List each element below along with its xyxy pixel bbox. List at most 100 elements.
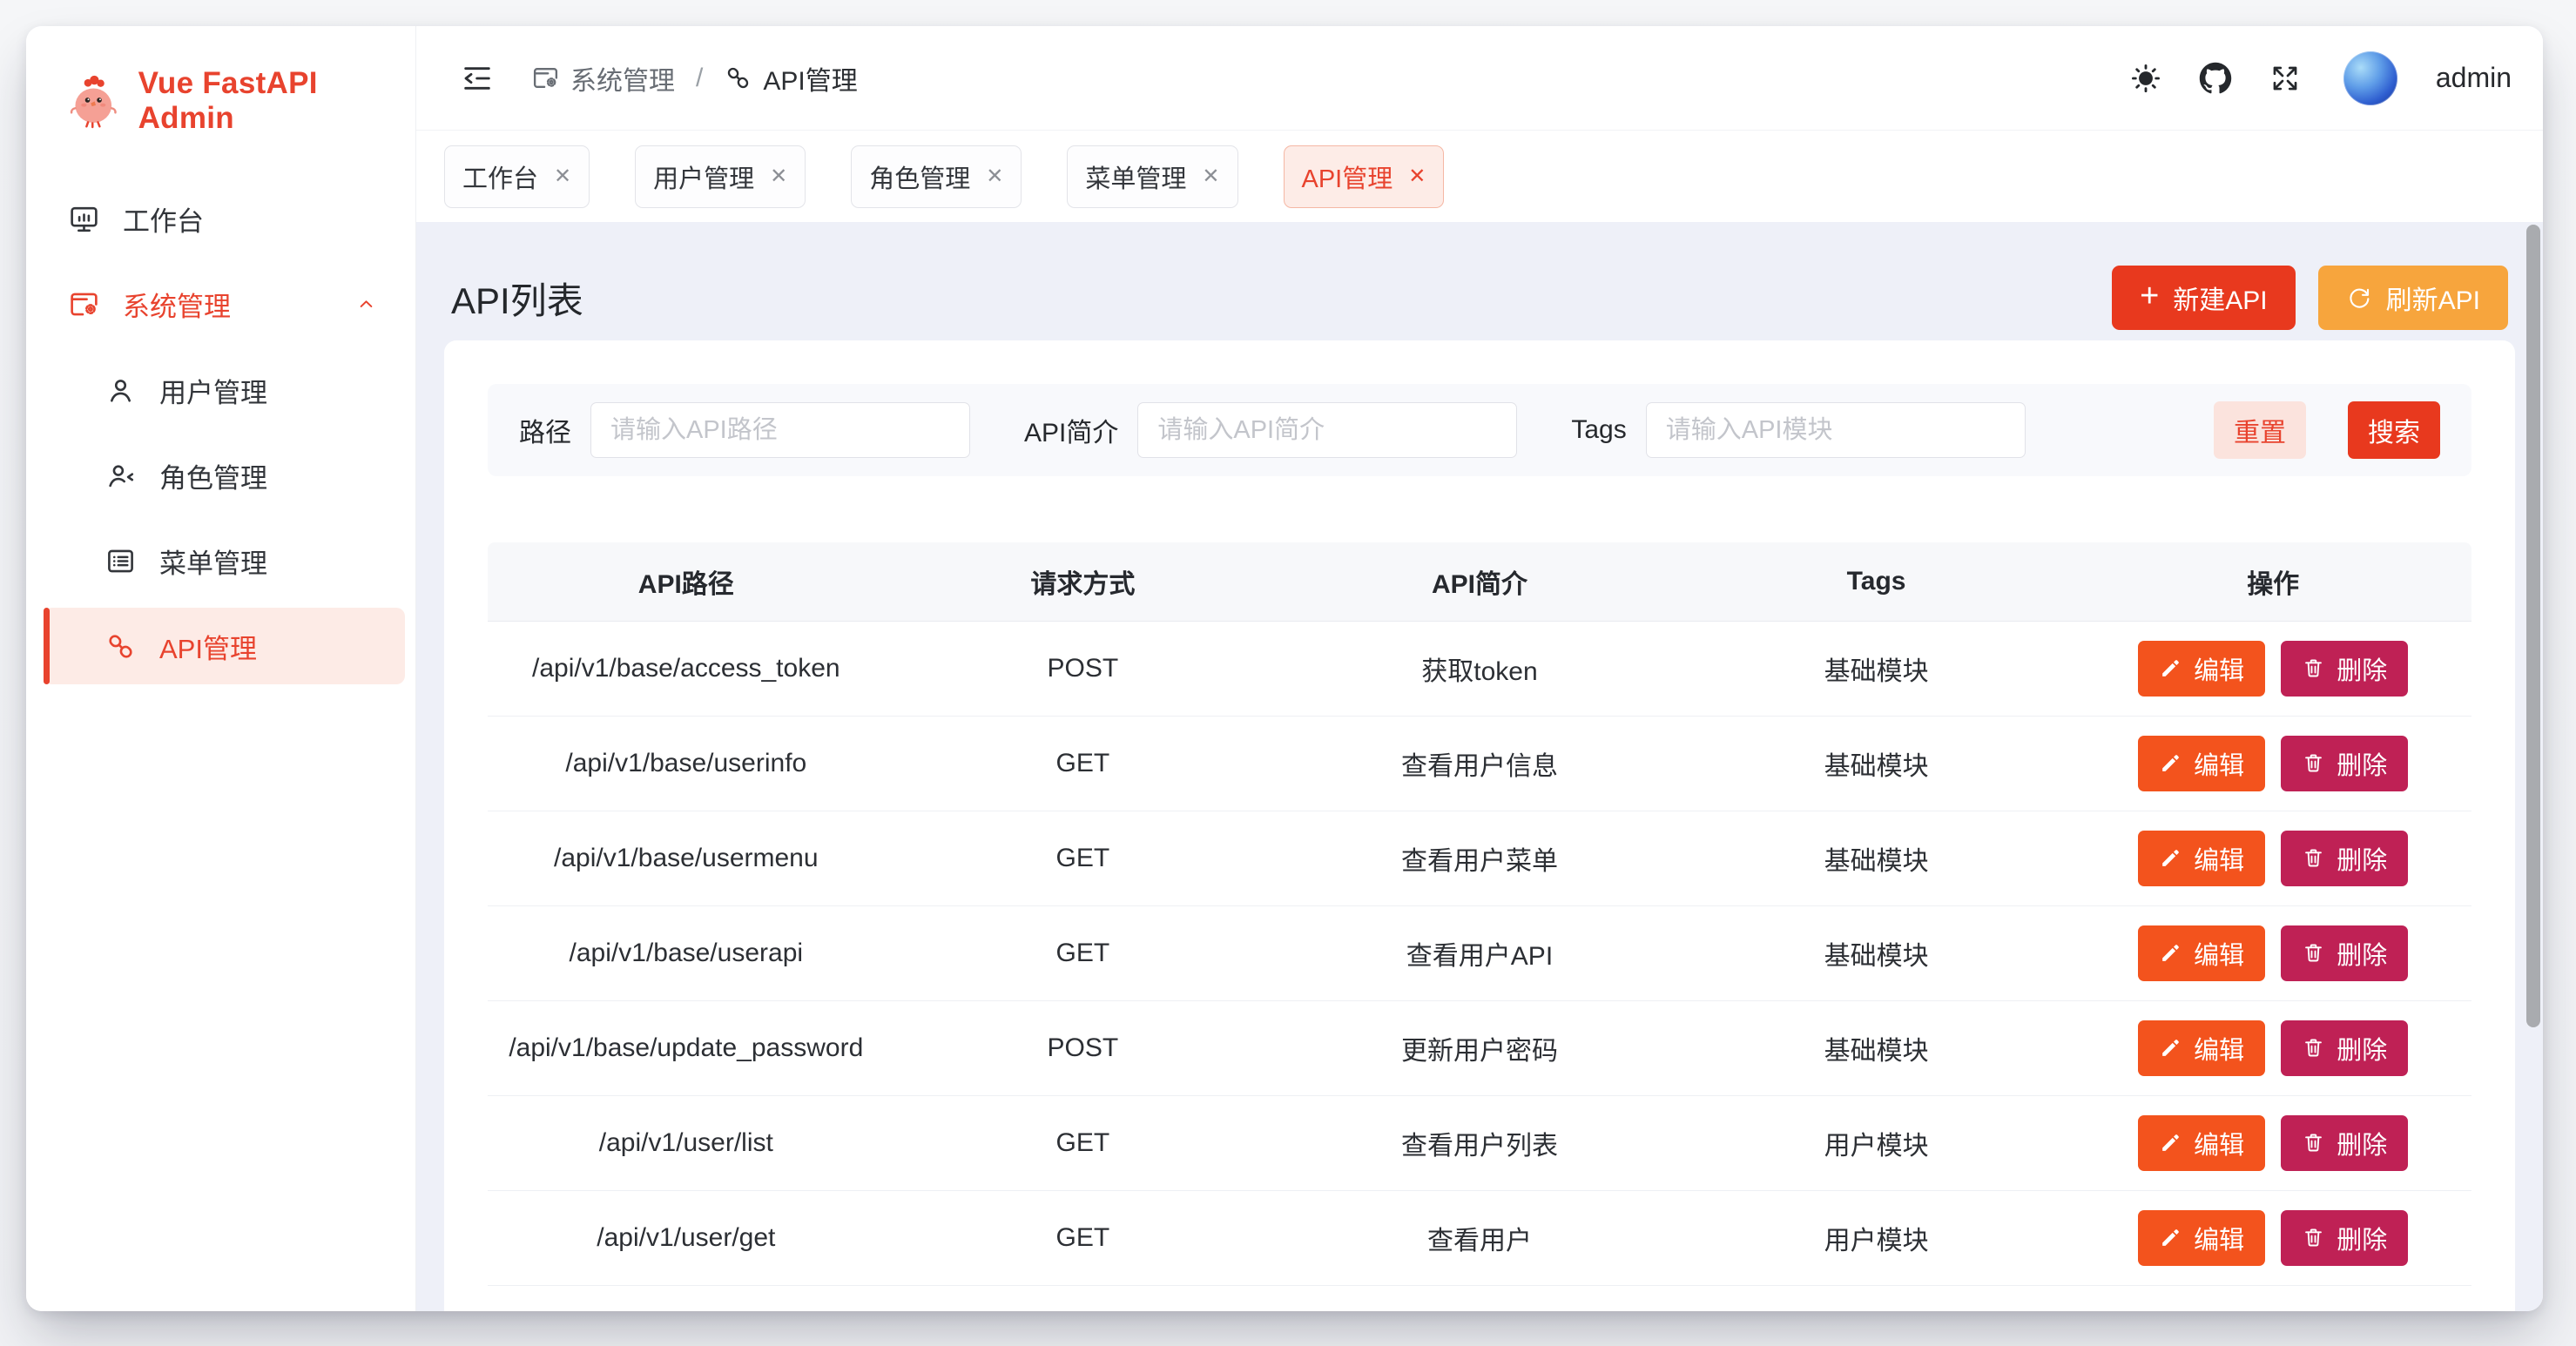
breadcrumb-current-label: API管理: [763, 59, 857, 98]
trash-icon: [2302, 1036, 2325, 1060]
pencil-icon: [2159, 941, 2182, 965]
sidebar-menu: 工作台 系统管理: [26, 181, 415, 684]
tab-close-icon[interactable]: ✕: [986, 164, 1003, 189]
table-row: /api/v1/base/userapi GET 查看用户API 基础模块 编辑: [488, 905, 2471, 1000]
breadcrumb: 系统管理 / API管理: [531, 59, 858, 98]
tab[interactable]: 工作台 ✕: [444, 145, 590, 208]
sidebar-item-roles[interactable]: 角色管理: [44, 437, 405, 514]
username-label[interactable]: admin: [2436, 62, 2512, 94]
system-settings-icon: [68, 288, 100, 320]
delete-button[interactable]: 删除: [2281, 1115, 2408, 1171]
create-api-label: 新建API: [2173, 279, 2267, 317]
trash-icon: [2302, 1131, 2325, 1154]
tab-close-icon[interactable]: ✕: [770, 164, 787, 189]
sidebar-item-label: 系统管理: [123, 285, 231, 324]
pencil-icon: [2159, 1226, 2182, 1249]
tab-close-icon[interactable]: ✕: [554, 164, 571, 189]
search-button[interactable]: 搜索: [2348, 401, 2440, 459]
summary-filter-input[interactable]: [1137, 402, 1517, 458]
sidebar-item-label: 工作台: [123, 199, 204, 239]
summary-cell: 查看用户列表: [1281, 1095, 1678, 1190]
github-icon[interactable]: [2199, 62, 2232, 95]
chicken-logo-icon: [64, 71, 123, 131]
sidebar-submenu: 用户管理 角色管理: [44, 352, 405, 684]
fullscreen-icon[interactable]: [2269, 62, 2302, 95]
table-row: /api/v1/user/get GET 查看用户 用户模块 编辑: [488, 1190, 2471, 1285]
tab-close-icon[interactable]: ✕: [1202, 164, 1219, 189]
delete-button[interactable]: 删除: [2281, 641, 2408, 697]
edit-button[interactable]: 编辑: [2138, 831, 2265, 886]
edit-button[interactable]: 编辑: [2138, 736, 2265, 791]
create-api-button[interactable]: + 新建API: [2112, 266, 2296, 330]
sidebar: Vue FastAPI Admin 工作台: [26, 26, 416, 1311]
sidebar-item-users[interactable]: 用户管理: [44, 352, 405, 428]
edit-button[interactable]: 编辑: [2138, 1115, 2265, 1171]
app-title: Vue FastAPI Admin: [138, 66, 415, 136]
tags-cell: 用户模块: [1678, 1095, 2075, 1190]
chevron-up-icon: [350, 292, 382, 316]
breadcrumb-separator: /: [696, 64, 703, 93]
api-table: API路径 请求方式 API简介 Tags 操作 /api/v1/base/ac…: [488, 542, 2471, 1286]
delete-button[interactable]: 删除: [2281, 831, 2408, 886]
tab-label: 用户管理: [653, 158, 754, 195]
user-avatar[interactable]: [2343, 51, 2397, 105]
refresh-api-button[interactable]: 刷新API: [2318, 266, 2508, 330]
breadcrumb-parent[interactable]: 系统管理: [531, 59, 675, 98]
reset-button[interactable]: 重置: [2214, 401, 2306, 459]
delete-button[interactable]: 删除: [2281, 1020, 2408, 1076]
tags-filter-input[interactable]: [1646, 402, 2026, 458]
row-actions: 编辑 删除: [2074, 1115, 2471, 1171]
plus-icon: +: [2140, 279, 2159, 313]
tags-cell: 基础模块: [1678, 811, 2075, 905]
filter-buttons: 重置 搜索: [2214, 401, 2440, 459]
page-title: API列表: [451, 272, 583, 325]
edit-button-label: 编辑: [2194, 1030, 2244, 1067]
table-row: /api/v1/base/usermenu GET 查看用户菜单 基础模块 编辑: [488, 811, 2471, 905]
actions-cell: 编辑 删除: [2074, 716, 2471, 811]
tab-close-icon[interactable]: ✕: [1408, 164, 1426, 189]
edit-button-label: 编辑: [2194, 1125, 2244, 1161]
edit-button[interactable]: 编辑: [2138, 925, 2265, 981]
method-cell: GET: [885, 716, 1282, 811]
sidebar-item-menus[interactable]: 菜单管理: [44, 522, 405, 599]
edit-button[interactable]: 编辑: [2138, 641, 2265, 697]
edit-button[interactable]: 编辑: [2138, 1210, 2265, 1266]
sidebar-collapse-icon[interactable]: [460, 61, 495, 96]
delete-button[interactable]: 删除: [2281, 925, 2408, 981]
page-actions: + 新建API 刷新API: [2112, 266, 2508, 330]
delete-button-label: 删除: [2337, 1125, 2387, 1161]
edit-button[interactable]: 编辑: [2138, 1020, 2265, 1076]
summary-cell: 查看用户: [1281, 1190, 1678, 1285]
actions-cell: 编辑 删除: [2074, 1000, 2471, 1095]
tags-cell: 基础模块: [1678, 621, 2075, 716]
delete-button[interactable]: 删除: [2281, 1210, 2408, 1266]
row-actions: 编辑 删除: [2074, 641, 2471, 697]
tab[interactable]: 菜单管理 ✕: [1067, 145, 1237, 208]
sidebar-item-system[interactable]: 系统管理: [44, 266, 405, 341]
summary-filter-label: API简介: [1024, 411, 1118, 449]
path-filter-label: 路径: [519, 411, 571, 449]
page-header: API列表 + 新建API 刷新API: [444, 222, 2515, 340]
user-role-icon: [105, 460, 137, 492]
path-filter-input[interactable]: [590, 402, 970, 458]
row-actions: 编辑 删除: [2074, 1020, 2471, 1076]
api-path-cell: /api/v1/base/userapi: [488, 905, 885, 1000]
vertical-scrollbar-thumb[interactable]: [2526, 225, 2540, 1027]
delete-button[interactable]: 删除: [2281, 736, 2408, 791]
tab[interactable]: 角色管理 ✕: [851, 145, 1022, 208]
sidebar-item-api[interactable]: API管理: [44, 608, 405, 684]
api-path-cell: /api/v1/user/list: [488, 1095, 885, 1190]
theme-toggle-icon[interactable]: [2129, 62, 2162, 95]
method-cell: GET: [885, 1190, 1282, 1285]
pencil-icon: [2159, 1131, 2182, 1154]
api-path-cell: /api/v1/base/usermenu: [488, 811, 885, 905]
tab-label: 工作台: [462, 158, 538, 195]
tab[interactable]: API管理 ✕: [1284, 145, 1445, 208]
sidebar-item-workbench[interactable]: 工作台: [44, 181, 405, 256]
row-actions: 编辑 删除: [2074, 736, 2471, 791]
tags-filter-label: Tags: [1571, 415, 1626, 445]
tab[interactable]: 用户管理 ✕: [635, 145, 806, 208]
api-plug-icon: [724, 64, 752, 92]
summary-cell: 查看用户信息: [1281, 716, 1678, 811]
api-path-cell: /api/v1/base/access_token: [488, 621, 885, 716]
